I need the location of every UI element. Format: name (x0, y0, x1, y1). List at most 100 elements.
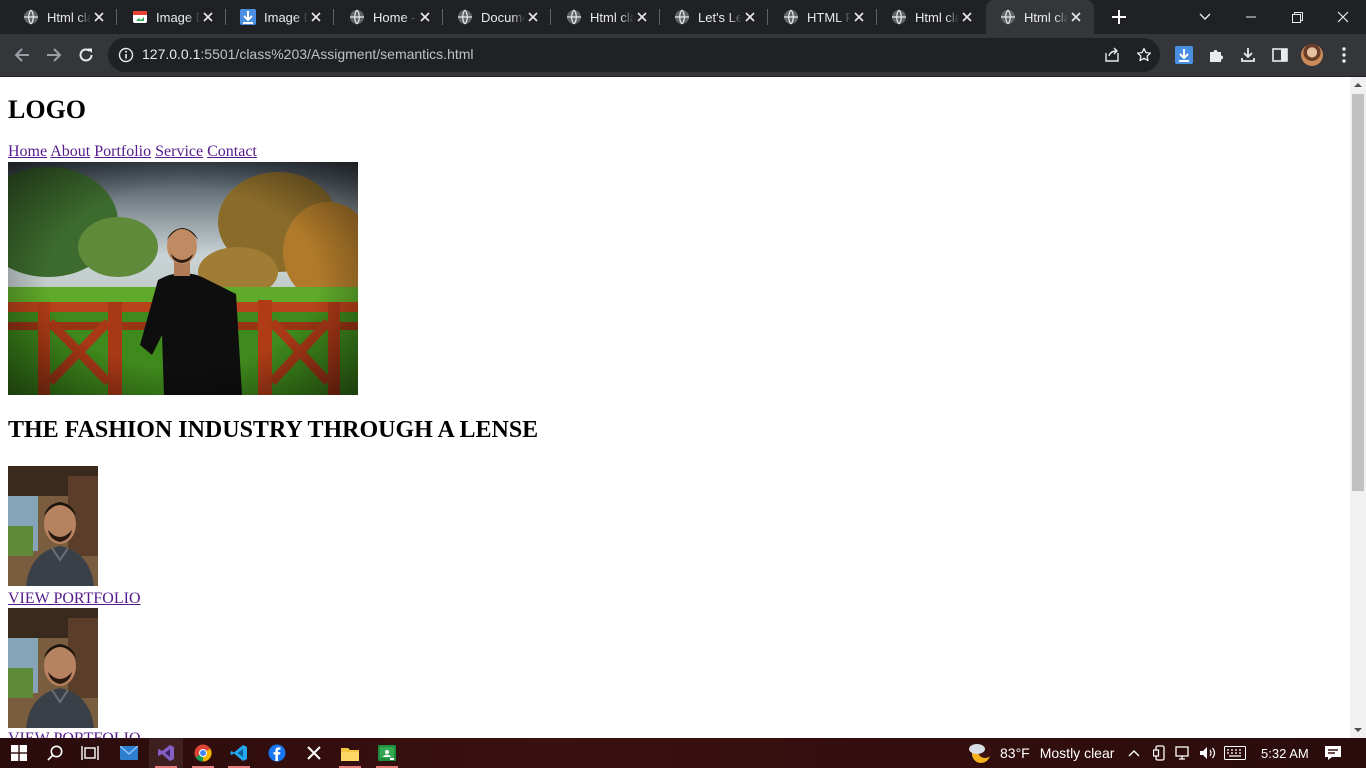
page-viewport: LOGO Home About Portfolio Service Contac… (0, 77, 1350, 738)
close-tab-icon[interactable] (1068, 9, 1084, 25)
globe-icon (566, 9, 582, 25)
url-text[interactable]: 127.0.0.1:5501/class%203/Assigment/seman… (142, 46, 474, 62)
close-tab-icon[interactable] (742, 9, 758, 25)
weather-condition: Mostly clear (1039, 745, 1115, 761)
close-tab-icon[interactable] (91, 9, 107, 25)
taskbar-phone[interactable] (1153, 738, 1167, 768)
bookmark-button[interactable] (1134, 45, 1154, 65)
profile-avatar[interactable] (1301, 44, 1323, 66)
taskbar-mail[interactable] (112, 738, 146, 768)
browser-tab[interactable]: Html class (877, 0, 985, 34)
close-tab-icon[interactable] (417, 9, 433, 25)
clock[interactable]: 5:32 AM (1261, 738, 1309, 768)
nav-link-about[interactable]: About (50, 143, 90, 160)
forward-button[interactable] (38, 39, 70, 71)
close-tab-icon[interactable] (634, 9, 650, 25)
notification-icon (1325, 746, 1341, 760)
taskbar-vscode[interactable] (222, 738, 256, 768)
vscode-icon (230, 745, 247, 761)
close-tab-icon[interactable] (959, 9, 975, 25)
minimize-icon (1246, 16, 1256, 18)
restore-button[interactable] (1274, 0, 1320, 34)
browser-tab[interactable]: HTML Form (769, 0, 877, 34)
hero-tagline: THE FASHION INDUSTRY THROUGH A LENSE (8, 417, 539, 443)
taskbar-visual-studio[interactable] (149, 738, 183, 768)
taskbar-file-explorer[interactable] (333, 738, 367, 768)
taskbar-x[interactable] (297, 738, 331, 768)
tab-separator (550, 9, 551, 25)
tab-title: Html class (1024, 9, 1068, 25)
star-icon (1136, 47, 1152, 62)
arrow-left-icon (14, 48, 29, 62)
share-button[interactable] (1102, 45, 1122, 65)
browser-tab[interactable]: Html class (986, 0, 1094, 34)
plus-icon (1112, 10, 1126, 24)
downloads-button[interactable] (1232, 39, 1264, 71)
nav-link-service[interactable]: Service (155, 143, 203, 160)
taskbar-classroom[interactable] (370, 738, 404, 768)
browser-tab[interactable]: Image Downloader (118, 0, 226, 34)
reload-button[interactable] (70, 39, 102, 71)
weather-widget[interactable]: 83°F Mostly clear (968, 738, 1114, 768)
nav-link-contact[interactable]: Contact (207, 143, 257, 160)
logo-heading: LOGO (8, 95, 87, 124)
x-logo-icon (307, 746, 321, 760)
moon-cloud-icon (969, 744, 992, 763)
new-tab-button[interactable] (1108, 6, 1130, 28)
browser-tab[interactable]: Home - (335, 0, 443, 34)
browser-tab[interactable]: Html class (552, 0, 660, 34)
back-button[interactable] (6, 39, 38, 71)
view-portfolio-link[interactable]: VIEW PORTFOLIO (8, 730, 141, 738)
browser-tab[interactable]: Let's Learn (660, 0, 768, 34)
touch-keyboard-button[interactable] (1224, 738, 1246, 768)
scroll-up-icon[interactable] (1354, 81, 1362, 89)
volume-button[interactable] (1199, 738, 1217, 768)
tab-title: HTML Form (807, 9, 851, 25)
taskbar-chrome[interactable] (186, 738, 220, 768)
keyboard-icon (1224, 746, 1246, 760)
network-button[interactable] (1175, 738, 1191, 768)
close-tab-icon[interactable] (200, 9, 216, 25)
scrollbar-thumb[interactable] (1352, 94, 1364, 491)
nav-link-portfolio[interactable]: Portfolio (94, 143, 151, 160)
close-window-button[interactable] (1320, 0, 1366, 34)
side-panel-button[interactable] (1264, 39, 1296, 71)
tab-title: Document (481, 9, 525, 25)
scroll-down-icon[interactable] (1354, 726, 1362, 734)
globe-icon (349, 9, 365, 25)
site-info-icon[interactable] (118, 47, 134, 63)
notifications-button[interactable] (1324, 738, 1342, 768)
tab-search-button[interactable] (1182, 0, 1228, 34)
close-tab-icon[interactable] (308, 9, 324, 25)
task-view-button[interactable] (73, 738, 107, 768)
show-hidden-icons-button[interactable] (1128, 738, 1140, 768)
start-button[interactable] (2, 738, 36, 768)
tab-separator (333, 9, 334, 25)
tab-title: Html class (915, 9, 959, 25)
taskbar-facebook[interactable] (260, 738, 294, 768)
view-portfolio-link[interactable]: VIEW PORTFOLIO (8, 590, 141, 608)
browser-tab[interactable]: Image Downloader (226, 0, 334, 34)
page-scrollbar[interactable] (1350, 77, 1366, 738)
menu-button[interactable] (1328, 39, 1360, 71)
image-downloader-extension[interactable] (1168, 39, 1200, 71)
extensions-button[interactable] (1200, 39, 1232, 71)
search-button[interactable] (38, 738, 72, 768)
tab-title: Html class (590, 9, 634, 25)
close-tab-icon[interactable] (525, 9, 541, 25)
browser-tab[interactable]: Html class (9, 0, 117, 34)
portfolio-thumbnail (8, 608, 98, 728)
address-bar[interactable]: 127.0.0.1:5501/class%203/Assigment/seman… (108, 38, 1160, 72)
tab-separator (116, 9, 117, 25)
main-nav: Home About Portfolio Service Contact (8, 143, 257, 161)
browser-tab[interactable]: Document (443, 0, 551, 34)
globe-icon (891, 9, 907, 25)
nav-link-home[interactable]: Home (8, 143, 47, 160)
chevron-up-icon (1128, 750, 1140, 757)
reload-icon (79, 48, 93, 62)
kebab-menu-icon (1342, 47, 1346, 63)
windows-logo-icon (11, 745, 27, 761)
close-tab-icon[interactable] (851, 9, 867, 25)
download-icon (1241, 48, 1255, 62)
minimize-button[interactable] (1228, 0, 1274, 34)
